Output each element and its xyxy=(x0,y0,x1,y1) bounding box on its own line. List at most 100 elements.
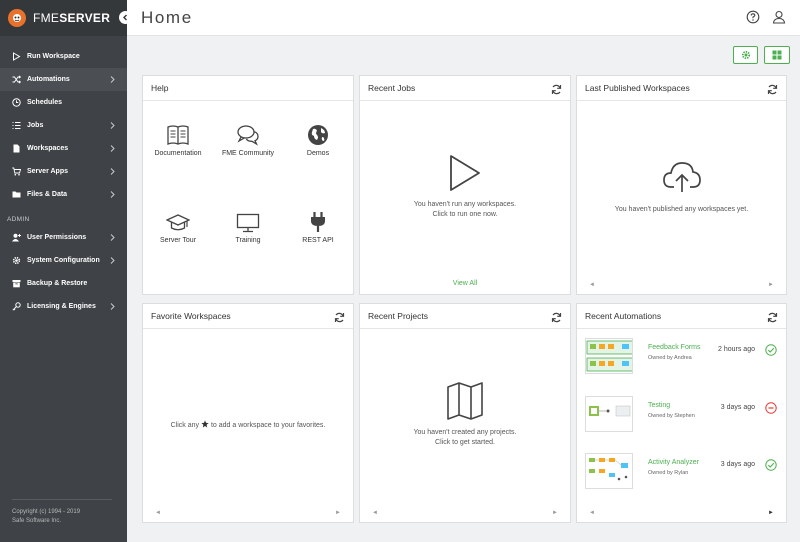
plug-icon xyxy=(283,209,353,233)
automation-time: 3 days ago xyxy=(720,461,755,468)
nav-item-automations[interactable]: Automations xyxy=(0,68,127,91)
automation-time: 2 hours ago xyxy=(718,346,755,353)
empty-message-line: You haven't created any projects. xyxy=(413,429,517,436)
nav-item-licensing-engines[interactable]: Licensing & Engines xyxy=(0,295,127,318)
star-icon xyxy=(201,420,209,428)
pager-next-button[interactable]: ► xyxy=(552,510,558,516)
pager-next-button[interactable]: ► xyxy=(335,510,341,516)
copyright: Copyright (c) 1994 - 2019 Safe Software … xyxy=(12,499,112,526)
nav-label: System Configuration xyxy=(27,257,100,264)
main-nav: Run Workspace Automations Schedules Jobs… xyxy=(0,45,127,206)
pager-prev-button[interactable]: ◄ xyxy=(372,510,378,516)
play-icon xyxy=(12,52,21,61)
copyright-line: Copyright (c) 1994 - 2019 xyxy=(12,509,81,515)
empty-message-line: Click to run one now. xyxy=(432,211,498,218)
pager-next-button[interactable]: ► xyxy=(768,282,774,288)
help-tile-training[interactable]: Training xyxy=(213,209,283,244)
nav-item-jobs[interactable]: Jobs xyxy=(0,114,127,137)
book-icon xyxy=(143,122,213,146)
recent-projects-card: Recent Projects You haven't created any … xyxy=(359,303,571,523)
help-card: Help Documentation FME Community Demos S… xyxy=(142,75,354,295)
empty-message-text: to add a workspace to your favorites. xyxy=(210,422,326,429)
automation-time: 3 days ago xyxy=(720,404,755,411)
help-tile-fme-community[interactable]: FME Community xyxy=(213,122,283,157)
help-tile-server-tour[interactable]: Server Tour xyxy=(143,209,213,244)
nav-label: Schedules xyxy=(27,99,63,106)
stopped-status-icon xyxy=(765,401,777,414)
card-title: Help xyxy=(143,76,353,101)
success-check-icon xyxy=(765,458,777,471)
run-workspace-play-icon[interactable] xyxy=(448,154,482,197)
empty-favorites-message: Click any to add a workspace to your fav… xyxy=(143,420,353,431)
nav-item-run-workspace[interactable]: Run Workspace xyxy=(0,45,127,68)
nav-label: User Permissions xyxy=(27,234,87,241)
automation-row[interactable]: Testing Owned by Stephen 3 days ago xyxy=(585,396,783,438)
top-bar: Home xyxy=(127,0,800,36)
card-title: Recent Projects xyxy=(360,304,570,329)
nav-item-files-data[interactable]: Files & Data xyxy=(0,183,127,206)
user-plus-icon xyxy=(12,233,21,242)
automation-name-link[interactable]: Feedback Forms xyxy=(648,344,701,351)
automation-thumbnail xyxy=(585,338,633,374)
file-icon xyxy=(12,144,21,153)
chevron-right-icon xyxy=(110,76,115,85)
empty-message-line: You haven't run any workspaces. xyxy=(413,201,517,208)
nav-item-schedules[interactable]: Schedules xyxy=(0,91,127,114)
card-title: Last Published Workspaces xyxy=(577,76,786,101)
chat-icon xyxy=(213,122,283,146)
help-tile-label: FME Community xyxy=(221,150,275,157)
recent-automations-card: Recent Automations Feedback Forms Owned … xyxy=(576,303,787,523)
last-published-card: Last Published Workspaces You haven't pu… xyxy=(576,75,787,295)
nav-label: Jobs xyxy=(27,122,44,129)
automation-row[interactable]: Feedback Forms Owned by Andrea 2 hours a… xyxy=(585,338,783,380)
nav-item-backup-restore[interactable]: Backup & Restore xyxy=(0,272,127,295)
favorite-workspaces-card: Favorite Workspaces Click any to add a w… xyxy=(142,303,354,523)
help-tile-label: Server Tour xyxy=(159,237,197,244)
graduation-cap-icon xyxy=(143,209,213,233)
empty-published-message: You haven't published any workspaces yet… xyxy=(614,206,749,213)
layout-button[interactable] xyxy=(764,46,790,64)
automation-name-link[interactable]: Activity Analyzer xyxy=(648,459,699,466)
automation-owner: Owned by Rylan xyxy=(648,470,689,476)
map-icon[interactable] xyxy=(446,382,484,425)
automation-owner: Owned by Stephen xyxy=(648,413,695,419)
automation-name-link[interactable]: Testing xyxy=(648,402,670,409)
fme-logo-icon[interactable] xyxy=(8,9,26,27)
brand-title-light: FME xyxy=(33,11,60,25)
copyright-company: Safe Software Inc. xyxy=(12,518,62,524)
cart-icon xyxy=(12,167,21,176)
pager-prev-button[interactable]: ◄ xyxy=(589,510,595,516)
automation-row[interactable]: Activity Analyzer Owned by Rylan 3 days … xyxy=(585,453,783,495)
refresh-icon[interactable] xyxy=(767,310,778,323)
view-all-link[interactable]: View All xyxy=(360,280,570,287)
settings-button[interactable] xyxy=(733,46,758,64)
nav-item-user-permissions[interactable]: User Permissions xyxy=(0,226,127,249)
nav-item-server-apps[interactable]: Server Apps xyxy=(0,160,127,183)
folder-icon xyxy=(12,190,21,199)
help-tile-label: Training xyxy=(235,237,261,244)
help-tile-documentation[interactable]: Documentation xyxy=(143,122,213,157)
help-icon[interactable] xyxy=(746,10,760,24)
brand: FMESERVER xyxy=(0,0,132,36)
refresh-icon[interactable] xyxy=(334,310,345,323)
nav-label: Run Workspace xyxy=(27,53,80,60)
refresh-icon[interactable] xyxy=(551,82,562,95)
empty-jobs-message[interactable]: You haven't run any workspaces. Click to… xyxy=(360,200,570,220)
nav-item-system-configuration[interactable]: System Configuration xyxy=(0,249,127,272)
refresh-icon[interactable] xyxy=(767,82,778,95)
pager-prev-button[interactable]: ◄ xyxy=(155,510,161,516)
help-tile-demos[interactable]: Demos xyxy=(283,122,353,157)
pager-next-button[interactable]: ► xyxy=(768,510,774,516)
nav-label: Workspaces xyxy=(27,145,69,152)
user-icon[interactable] xyxy=(772,10,786,24)
empty-message-text: Click any xyxy=(170,422,200,429)
chevron-right-icon xyxy=(110,122,115,131)
admin-nav: User Permissions System Configuration Ba… xyxy=(0,226,127,318)
empty-projects-message[interactable]: You haven't created any projects. Click … xyxy=(360,428,570,448)
automation-owner: Owned by Andrea xyxy=(648,355,692,361)
key-icon xyxy=(12,302,21,311)
nav-item-workspaces[interactable]: Workspaces xyxy=(0,137,127,160)
pager-prev-button[interactable]: ◄ xyxy=(589,282,595,288)
refresh-icon[interactable] xyxy=(551,310,562,323)
help-tile-rest-api[interactable]: REST API xyxy=(283,209,353,244)
